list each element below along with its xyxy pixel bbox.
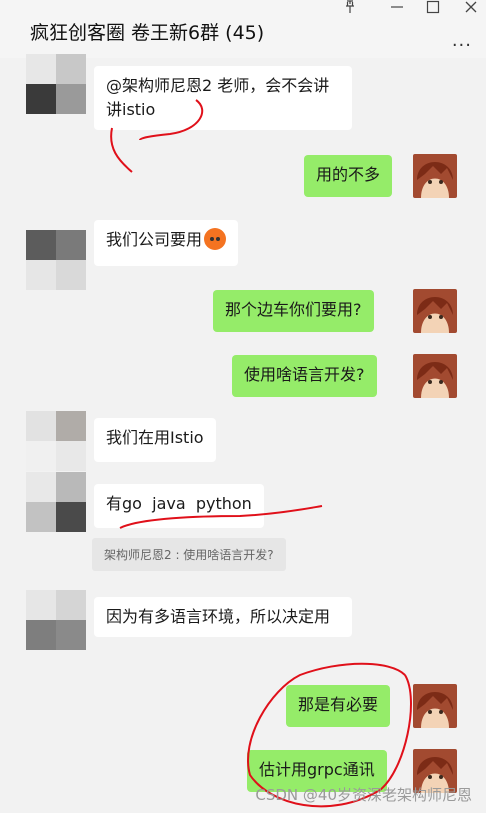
message-bubble: 那是有必要 — [286, 685, 391, 727]
avatar[interactable] — [413, 354, 457, 398]
message-bubble: 我们在用Istio — [94, 418, 216, 462]
message-bubble: 有go java python — [94, 484, 264, 528]
more-options-icon[interactable]: ... — [452, 30, 472, 51]
watermark: CSDN @40岁资深老架构师尼恩 — [255, 786, 472, 804]
pin-icon[interactable] — [344, 0, 356, 17]
chat-header: 疯狂创客圈 卷王新6群 (45) ... — [0, 0, 486, 58]
maximize-icon[interactable] — [426, 0, 440, 17]
message-bubble: 因为有多语言环境，所以决定用 — [94, 597, 352, 637]
minimize-icon[interactable] — [390, 0, 404, 17]
message-bubble: 使用啥语言开发? — [232, 355, 377, 397]
chat-title: 疯狂创客圈 卷王新6群 (45) — [30, 22, 265, 44]
avatar[interactable] — [26, 590, 86, 650]
quoted-message[interactable]: 架构师尼恩2 : 使用啥语言开发? — [92, 538, 286, 571]
message-bubble: 用的不多 — [304, 155, 393, 197]
message-bubble: @架构师尼恩2 老师，会不会讲讲istio — [94, 66, 352, 130]
avatar[interactable] — [413, 684, 457, 728]
message-bubble: 我们公司要用 — [94, 220, 239, 266]
close-icon[interactable] — [464, 0, 478, 17]
sweat-emoji-icon — [204, 228, 227, 250]
avatar[interactable] — [26, 230, 86, 290]
message-text: 我们公司要用 — [106, 230, 203, 249]
message-bubble: 那个边车你们要用? — [213, 290, 374, 332]
avatar[interactable] — [26, 54, 86, 114]
avatar[interactable] — [413, 289, 457, 333]
avatar[interactable] — [26, 411, 86, 471]
avatar[interactable] — [26, 472, 86, 532]
avatar[interactable] — [413, 154, 457, 198]
